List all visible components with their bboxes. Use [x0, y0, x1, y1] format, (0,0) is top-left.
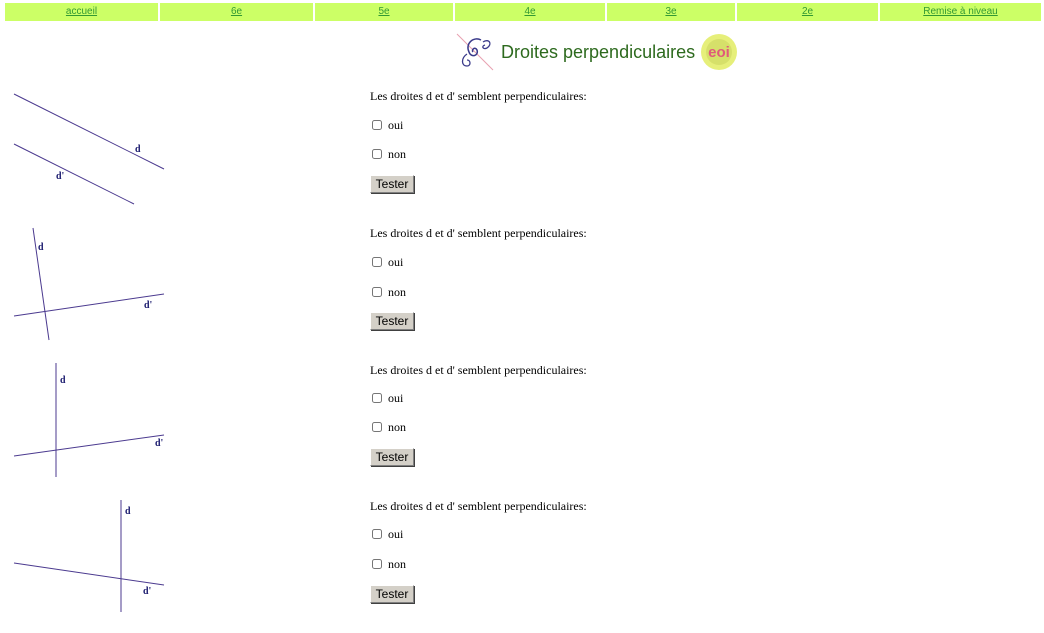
exercise-3: d d' Les droites d et d' semblent perpen… — [0, 361, 1044, 497]
page-header: Droites perpendiculaires eoi — [455, 32, 739, 72]
eoi-logo-text: eoi — [708, 44, 730, 61]
checkbox-oui[interactable] — [372, 120, 382, 130]
line-d — [13, 93, 165, 170]
nav-cell-6e: 6e — [160, 3, 315, 21]
nav-cell-4e: 4e — [455, 3, 607, 21]
option-oui[interactable]: oui — [372, 118, 403, 132]
tester-button[interactable]: Tester — [370, 585, 414, 603]
label-d: d — [125, 506, 131, 517]
nav-cell-5e: 5e — [315, 3, 455, 21]
checkbox-non[interactable] — [372, 287, 382, 297]
checkbox-oui[interactable] — [372, 529, 382, 539]
label-d-prime: d' — [56, 171, 65, 182]
option-oui-label: oui — [388, 391, 404, 405]
checkbox-non[interactable] — [372, 559, 382, 569]
label-d: d — [135, 144, 141, 155]
nav-cell-accueil: accueil — [5, 3, 160, 21]
option-oui[interactable]: oui — [372, 391, 403, 405]
page-title: Droites perpendiculaires — [501, 41, 696, 62]
nav-link-5e[interactable]: 5e — [378, 6, 389, 17]
option-non[interactable]: non — [372, 147, 406, 161]
line-d-prime — [13, 434, 165, 457]
option-oui[interactable]: oui — [372, 255, 403, 269]
exercise-1-figure: d d' — [13, 93, 165, 205]
exercise-4-figure: d d' — [13, 500, 165, 612]
option-non-label: non — [388, 285, 406, 299]
nav-cell-remise: Remise à niveau — [880, 3, 1041, 21]
nav-link-remise-a-niveau[interactable]: Remise à niveau — [923, 6, 997, 17]
question-text: Les droites d et d' semblent perpendicul… — [370, 89, 587, 103]
nav-link-accueil[interactable]: accueil — [66, 6, 97, 17]
ruler-compass-logo-icon — [456, 33, 494, 71]
tester-button[interactable]: Tester — [370, 175, 414, 193]
exercise-1: d d' Les droites d et d' semblent perpen… — [0, 87, 1044, 223]
line-d-prime — [13, 143, 135, 205]
option-oui-label: oui — [388, 118, 404, 132]
nav-cell-2e: 2e — [737, 3, 880, 21]
exercise-2: d d' Les droites d et d' semblent perpen… — [0, 224, 1044, 360]
option-non-label: non — [388, 557, 406, 571]
label-d: d — [60, 375, 66, 386]
option-non[interactable]: non — [372, 557, 406, 571]
exercise-3-figure: d d' — [13, 363, 165, 477]
checkbox-oui[interactable] — [372, 257, 382, 267]
nav-cell-3e: 3e — [607, 3, 737, 21]
nav-link-6e[interactable]: 6e — [231, 6, 242, 17]
option-non-label: non — [388, 420, 406, 434]
label-d-prime: d' — [155, 438, 164, 449]
checkbox-oui[interactable] — [372, 393, 382, 403]
option-oui-label: oui — [388, 255, 404, 269]
line-d-prime — [13, 562, 165, 586]
question-text: Les droites d et d' semblent perpendicul… — [370, 226, 587, 240]
nav-link-3e[interactable]: 3e — [665, 6, 676, 17]
nav-link-2e[interactable]: 2e — [802, 6, 813, 17]
label-d-prime: d' — [144, 300, 153, 311]
option-oui[interactable]: oui — [372, 527, 403, 541]
exercise-2-figure: d d' — [13, 227, 165, 341]
nav-link-4e[interactable]: 4e — [524, 6, 535, 17]
question-text: Les droites d et d' semblent perpendicul… — [370, 499, 587, 513]
option-non-label: non — [388, 147, 406, 161]
option-oui-label: oui — [388, 527, 404, 541]
label-d-prime: d' — [143, 586, 152, 597]
nav-bar: accueil 6e 5e 4e 3e 2e Remise à niveau — [5, 3, 1041, 21]
label-d: d — [38, 242, 44, 253]
question-text: Les droites d et d' semblent perpendicul… — [370, 363, 587, 377]
exercise-4: d d' Les droites d et d' semblent perpen… — [0, 497, 1044, 633]
tester-button[interactable]: Tester — [370, 312, 414, 330]
eoi-logo-icon: eoi — [701, 34, 738, 70]
checkbox-non[interactable] — [372, 149, 382, 159]
line-d-prime — [13, 293, 165, 317]
tester-button[interactable]: Tester — [370, 448, 414, 466]
option-non[interactable]: non — [372, 420, 406, 434]
checkbox-non[interactable] — [372, 422, 382, 432]
option-non[interactable]: non — [372, 285, 406, 299]
